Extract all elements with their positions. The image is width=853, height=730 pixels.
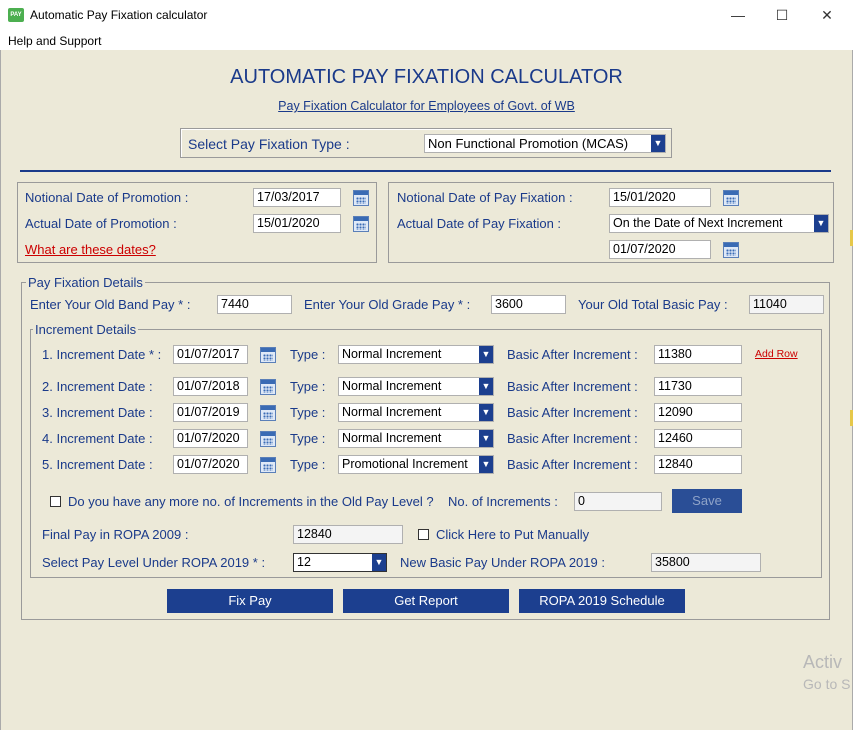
add-row-link[interactable]: Add Row bbox=[755, 348, 798, 360]
actual-fixation-label: Actual Date of Pay Fixation : bbox=[397, 216, 562, 231]
calendar-icon[interactable] bbox=[260, 347, 276, 363]
type-label: Type : bbox=[290, 347, 326, 362]
pay-level-label: Select Pay Level Under ROPA 2019 * : bbox=[42, 555, 266, 570]
basic-after-increment-input[interactable]: 12460 bbox=[654, 429, 742, 448]
increment-count-label: No. of Increments : bbox=[448, 494, 558, 509]
increment-date-input[interactable]: 01/07/2020 bbox=[173, 429, 248, 448]
type-label: Type : bbox=[290, 405, 326, 420]
actual-promotion-label: Actual Date of Promotion : bbox=[25, 216, 177, 231]
get-report-button[interactable]: Get Report bbox=[343, 589, 509, 613]
pay-details-legend: Pay Fixation Details bbox=[26, 275, 145, 290]
type-label: Type : bbox=[290, 379, 326, 394]
old-band-pay-input[interactable]: 7440 bbox=[217, 295, 292, 314]
actual-fixation-date-input[interactable]: 01/07/2020 bbox=[609, 240, 711, 259]
basic-after-increment-input[interactable]: 12840 bbox=[654, 455, 742, 474]
calendar-icon[interactable] bbox=[260, 379, 276, 395]
new-basic-value: 35800 bbox=[651, 553, 761, 572]
chevron-down-icon[interactable]: ▼ bbox=[372, 554, 386, 571]
chevron-down-icon[interactable]: ▼ bbox=[479, 404, 493, 421]
new-basic-label: New Basic Pay Under ROPA 2019 : bbox=[400, 555, 605, 570]
old-total-basic-label: Your Old Total Basic Pay : bbox=[578, 297, 728, 312]
old-grade-pay-input[interactable]: 3600 bbox=[491, 295, 566, 314]
manual-entry-checkbox[interactable] bbox=[418, 529, 429, 540]
chevron-down-icon[interactable]: ▼ bbox=[479, 346, 493, 363]
actual-fixation-select[interactable]: On the Date of Next Increment bbox=[609, 214, 829, 233]
chevron-down-icon[interactable]: ▼ bbox=[479, 430, 493, 447]
increment-date-label: 4. Increment Date : bbox=[42, 431, 153, 446]
increment-type-select[interactable]: Normal Increment bbox=[338, 345, 494, 364]
calendar-icon[interactable] bbox=[353, 216, 369, 232]
increment-type-select[interactable]: Normal Increment bbox=[338, 377, 494, 396]
manual-entry-label: Click Here to Put Manually bbox=[436, 527, 590, 542]
old-grade-pay-label: Enter Your Old Grade Pay * : bbox=[304, 297, 471, 312]
basic-after-increment-input[interactable]: 12090 bbox=[654, 403, 742, 422]
fix-pay-button[interactable]: Fix Pay bbox=[167, 589, 333, 613]
notional-fixation-label: Notional Date of Pay Fixation : bbox=[397, 190, 573, 205]
ropa-schedule-button[interactable]: ROPA 2019 Schedule bbox=[519, 589, 685, 613]
chevron-down-icon[interactable]: ▼ bbox=[651, 135, 665, 152]
increment-details-legend: Increment Details bbox=[33, 322, 139, 337]
fixation-type-select[interactable]: Non Functional Promotion (MCAS) bbox=[424, 134, 666, 153]
calendar-icon[interactable] bbox=[260, 457, 276, 473]
increment-date-label: 2. Increment Date : bbox=[42, 379, 153, 394]
minimize-button[interactable]: — bbox=[723, 4, 753, 26]
increment-date-input[interactable]: 01/07/2018 bbox=[173, 377, 248, 396]
more-increments-label: Do you have any more no. of Increments i… bbox=[68, 494, 434, 509]
notional-promotion-label: Notional Date of Promotion : bbox=[25, 190, 189, 205]
chevron-down-icon[interactable]: ▼ bbox=[814, 215, 828, 232]
page-title: AUTOMATIC PAY FIXATION CALCULATOR bbox=[230, 66, 623, 88]
actual-promotion-date-input[interactable]: 15/01/2020 bbox=[253, 214, 341, 233]
close-button[interactable]: ✕ bbox=[812, 4, 842, 26]
increment-type-select[interactable]: Normal Increment bbox=[338, 403, 494, 422]
increment-date-label: 1. Increment Date * : bbox=[42, 347, 162, 362]
notional-fixation-date-input[interactable]: 15/01/2020 bbox=[609, 188, 711, 207]
more-increments-checkbox[interactable] bbox=[50, 496, 61, 507]
activation-watermark: Activ bbox=[803, 652, 843, 672]
menu-help-support[interactable]: Help and Support bbox=[8, 34, 101, 48]
final-pay-value: 12840 bbox=[293, 525, 403, 544]
increment-type-select[interactable]: Promotional Increment bbox=[338, 455, 494, 474]
increment-type-select[interactable]: Normal Increment bbox=[338, 429, 494, 448]
basic-after-increment-input[interactable]: 11730 bbox=[654, 377, 742, 396]
divider bbox=[20, 170, 831, 172]
calendar-icon[interactable] bbox=[723, 242, 739, 258]
basic-after-increment-label: Basic After Increment : bbox=[507, 431, 638, 446]
calendar-icon[interactable] bbox=[260, 431, 276, 447]
dates-help-link[interactable]: What are these dates? bbox=[25, 242, 156, 257]
basic-after-increment-input[interactable]: 11380 bbox=[654, 345, 742, 364]
increment-count-input[interactable]: 0 bbox=[574, 492, 662, 511]
page-subtitle-link[interactable]: Pay Fixation Calculator for Employees of… bbox=[0, 99, 853, 113]
maximize-button[interactable]: ☐ bbox=[767, 4, 797, 26]
increment-date-label: 3. Increment Date : bbox=[42, 405, 153, 420]
increment-date-input[interactable]: 01/07/2020 bbox=[173, 455, 248, 474]
old-total-basic-value: 11040 bbox=[749, 295, 824, 314]
basic-after-increment-label: Basic After Increment : bbox=[507, 379, 638, 394]
save-button[interactable]: Save bbox=[672, 489, 742, 513]
chevron-down-icon[interactable]: ▼ bbox=[479, 456, 493, 473]
old-band-pay-label: Enter Your Old Band Pay * : bbox=[30, 297, 191, 312]
final-pay-label: Final Pay in ROPA 2009 : bbox=[42, 527, 189, 542]
basic-after-increment-label: Basic After Increment : bbox=[507, 457, 638, 472]
type-label: Type : bbox=[290, 457, 326, 472]
calendar-icon[interactable] bbox=[260, 405, 276, 421]
calendar-icon[interactable] bbox=[353, 190, 369, 206]
increment-date-input[interactable]: 01/07/2019 bbox=[173, 403, 248, 422]
activation-watermark-sub: Go to S bbox=[803, 676, 851, 692]
window-title: Automatic Pay Fixation calculator bbox=[30, 8, 208, 22]
increment-date-label: 5. Increment Date : bbox=[42, 457, 153, 472]
increment-date-input[interactable]: 01/07/2017 bbox=[173, 345, 248, 364]
chevron-down-icon[interactable]: ▼ bbox=[479, 378, 493, 395]
basic-after-increment-label: Basic After Increment : bbox=[507, 405, 638, 420]
basic-after-increment-label: Basic After Increment : bbox=[507, 347, 638, 362]
notional-promotion-date-input[interactable]: 17/03/2017 bbox=[253, 188, 341, 207]
app-icon: PAY bbox=[8, 8, 24, 22]
calendar-icon[interactable] bbox=[723, 190, 739, 206]
fixation-type-label: Select Pay Fixation Type : bbox=[188, 136, 350, 152]
type-label: Type : bbox=[290, 431, 326, 446]
menu-bar bbox=[0, 30, 853, 50]
